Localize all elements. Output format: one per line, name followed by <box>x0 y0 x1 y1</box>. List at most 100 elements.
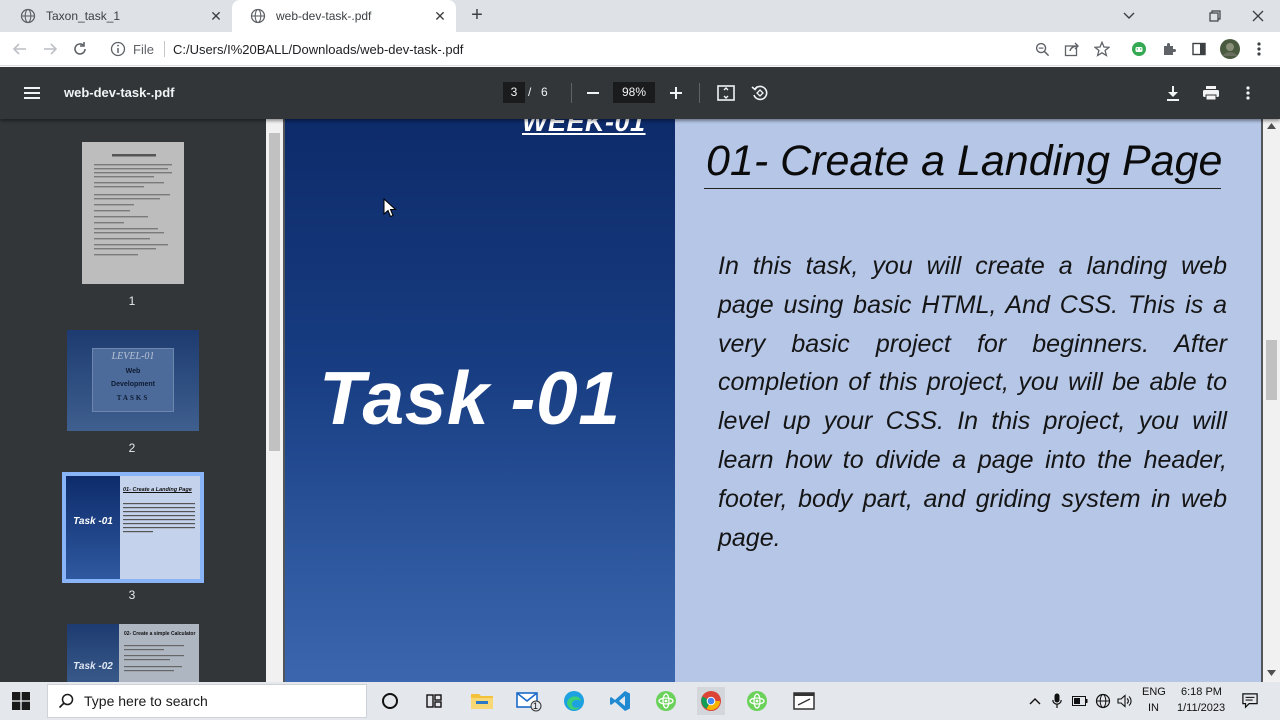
extension-android-icon[interactable] <box>1130 40 1148 58</box>
task-view-icon[interactable] <box>420 687 448 715</box>
document-scrollbar[interactable] <box>1263 119 1280 682</box>
document-scrollbar-thumb[interactable] <box>1266 340 1277 400</box>
search-placeholder: Type here to search <box>84 693 208 709</box>
page-thumbnail-3-selected[interactable]: Task -01 01- Create a Landing Page <box>62 472 204 583</box>
scroll-up-icon[interactable] <box>1267 123 1276 129</box>
divider <box>699 83 700 103</box>
back-button[interactable] <box>8 37 32 61</box>
battery-icon[interactable] <box>1072 693 1088 709</box>
page-thumbnail-2[interactable]: LEVEL-01 Web Development TASKS <box>67 330 199 431</box>
menu-kebab-icon[interactable] <box>1250 40 1268 58</box>
taskbar-search-box[interactable]: Type here to search <box>47 684 367 718</box>
atom-app-icon[interactable] <box>652 687 680 715</box>
reload-icon <box>74 42 86 55</box>
chrome-browser-icon[interactable] <box>697 687 725 715</box>
input-region[interactable]: IN <box>1148 702 1159 714</box>
windows-start-icon[interactable] <box>12 692 30 710</box>
thumbnail-number: 3 <box>128 588 136 602</box>
zoom-out-icon[interactable] <box>582 82 604 104</box>
heading-underline <box>704 188 1221 189</box>
thumbnail-text: LEVEL-01 <box>111 351 155 362</box>
slide-heading: 01- Create a Landing Page <box>706 137 1223 185</box>
tab-pdf[interactable]: web-dev-task-.pdf ✕ <box>232 0 456 32</box>
edge-browser-icon[interactable] <box>560 687 588 715</box>
page-thumbnail-1[interactable] <box>82 142 184 284</box>
slide-right-panel: 01- Create a Landing Page In this task, … <box>675 119 1261 682</box>
reload-button[interactable] <box>68 37 92 61</box>
thumbnail-text: Task -01 <box>73 516 113 527</box>
close-icon[interactable]: ✕ <box>432 8 448 24</box>
thumbnail-text: TASKS <box>116 394 150 402</box>
close-icon[interactable]: ✕ <box>208 8 224 24</box>
mail-icon[interactable]: 1 <box>515 687 543 715</box>
tab-taxon[interactable]: Taxon_task_1 ✕ <box>2 0 232 32</box>
thumbnail-left-panel <box>67 624 119 682</box>
puzzle-icon[interactable] <box>1160 40 1178 58</box>
thumbnail-sidebar: 1 LEVEL-01 Web Development TASKS 2 Task … <box>0 119 266 682</box>
thumbnail-text: 01- Create a Landing Page <box>123 487 192 493</box>
input-language[interactable]: ENG <box>1142 686 1166 698</box>
page-thumbnail-4[interactable]: Task -02 02- Create a simple Calculator <box>67 624 199 682</box>
download-icon[interactable] <box>1162 82 1184 104</box>
text-lines-graphic <box>123 503 195 533</box>
address-bar[interactable]: File C:/Users/I%20BALL/Downloads/web-dev… <box>102 35 1122 63</box>
tab-title: Taxon_task_1 <box>46 9 121 23</box>
page-number-input[interactable]: 3 <box>503 82 525 103</box>
thumbnail-left-panel <box>66 476 120 579</box>
scroll-down-icon[interactable] <box>1267 670 1276 676</box>
thumbnail-text: 02- Create a simple Calculator <box>124 631 196 637</box>
file-explorer-icon[interactable] <box>468 687 496 715</box>
atom-app-icon[interactable] <box>743 687 771 715</box>
zoom-icon[interactable] <box>1033 40 1051 58</box>
slide-body-text: In this task, you will create a landing … <box>718 252 1227 552</box>
mail-badge: 1 <box>533 701 539 711</box>
task-label: Task -01 <box>319 356 621 440</box>
tab-strip: Taxon_task_1 ✕ web-dev-task-.pdf ✕ + <box>0 0 1280 32</box>
clock-date[interactable]: 1/11/2023 <box>1177 702 1225 714</box>
sidebar-scrollbar-thumb[interactable] <box>269 133 280 451</box>
volume-icon[interactable] <box>1117 693 1133 709</box>
forward-button[interactable] <box>38 37 62 61</box>
week-label: WEEK-01 <box>522 119 646 137</box>
profile-avatar-icon[interactable] <box>1219 38 1241 60</box>
microphone-icon[interactable] <box>1049 693 1065 709</box>
close-window-button[interactable] <box>1236 0 1280 32</box>
pdf-toolbar: web-dev-task-.pdf 3 / 6 98% <box>0 67 1280 119</box>
side-panel-icon[interactable] <box>1190 40 1208 58</box>
page-separator: / <box>528 85 532 99</box>
browser-toolbar: File C:/Users/I%20BALL/Downloads/web-dev… <box>0 32 1280 66</box>
thumbnail-text: Web <box>125 368 141 375</box>
hamburger-menu-icon[interactable] <box>21 82 43 104</box>
rotate-icon[interactable] <box>749 82 771 104</box>
more-options-icon[interactable] <box>1237 82 1259 104</box>
url-text[interactable]: C:/Users/I%20BALL/Downloads/web-dev-task… <box>173 42 463 57</box>
thumbnail-number: 2 <box>128 441 136 455</box>
star-icon[interactable] <box>1093 40 1111 58</box>
slide-left-panel: WEEK-01 Task -01 <box>285 119 675 682</box>
snipping-tool-icon[interactable] <box>790 687 818 715</box>
vscode-icon[interactable] <box>606 687 634 715</box>
chevron-up-icon[interactable] <box>1027 693 1043 709</box>
new-tab-button[interactable]: + <box>466 5 488 26</box>
share-icon[interactable] <box>1063 40 1081 58</box>
page-total: 6 <box>541 85 548 99</box>
fit-to-page-icon[interactable] <box>715 82 737 104</box>
text-lines-graphic <box>124 645 184 672</box>
clock-time[interactable]: 6:18 PM <box>1181 686 1222 698</box>
zoom-in-icon[interactable] <box>665 82 687 104</box>
arrow-right-icon <box>44 43 58 55</box>
thumbnail-text: Task -02 <box>73 661 113 672</box>
restore-window-button[interactable] <box>1193 0 1237 32</box>
network-globe-icon[interactable] <box>1095 693 1111 709</box>
info-icon[interactable] <box>110 41 126 57</box>
tab-search-chevron-icon[interactable] <box>1107 0 1151 32</box>
divider <box>571 83 572 103</box>
thumbnail-number: 1 <box>128 294 136 308</box>
tab-title: web-dev-task-.pdf <box>276 9 372 23</box>
print-icon[interactable] <box>1200 82 1222 104</box>
notifications-icon[interactable] <box>1242 692 1258 709</box>
cortana-icon[interactable] <box>376 687 404 715</box>
zoom-level-input[interactable]: 98% <box>613 82 655 103</box>
thumbnail-text: Development <box>111 381 155 388</box>
pdf-file-name: web-dev-task-.pdf <box>64 85 175 100</box>
